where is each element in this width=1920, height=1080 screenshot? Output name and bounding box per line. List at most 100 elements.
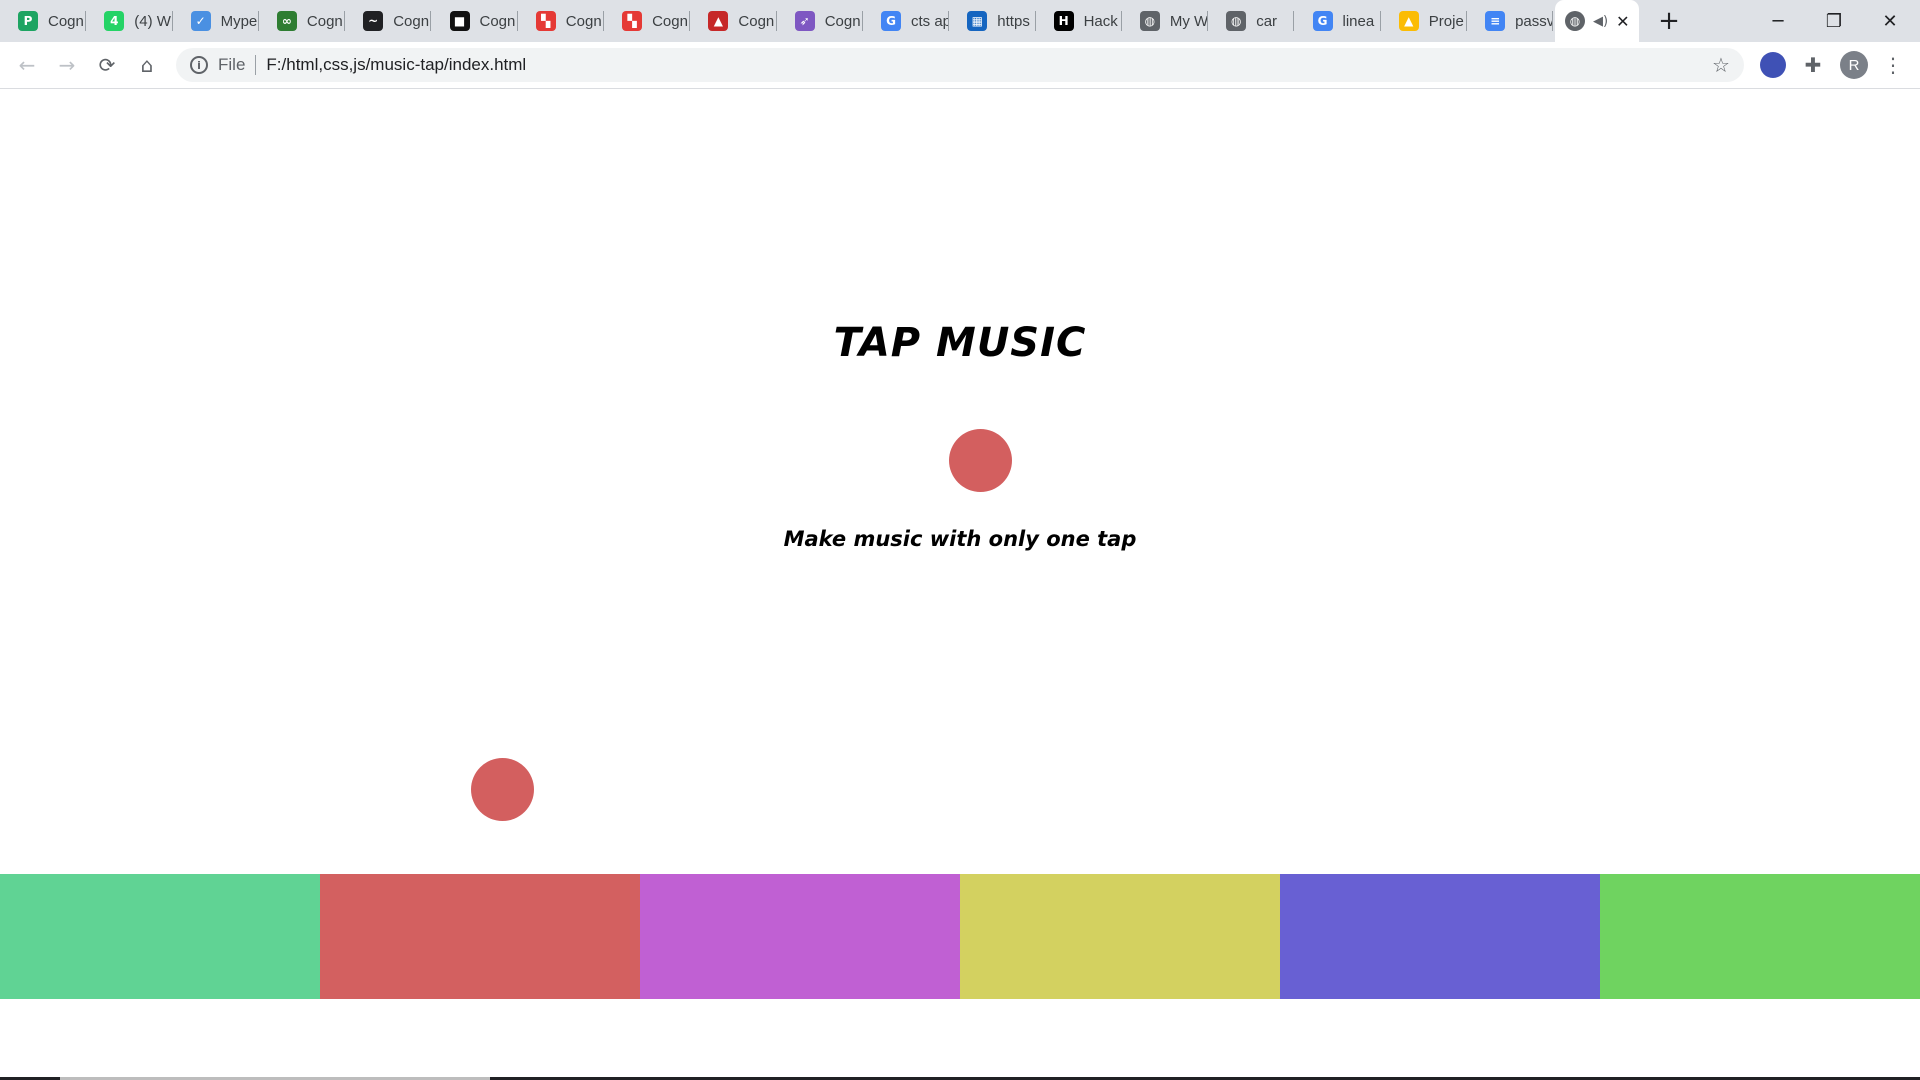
tab-13[interactable]: ◍ My W xyxy=(1122,0,1209,42)
swoosh-icon: ~ xyxy=(363,11,384,31)
rocket-icon: ➶ xyxy=(794,11,815,31)
grid-logo-icon: ▦ xyxy=(967,11,988,31)
puzzle-extensions-icon[interactable]: ✚ xyxy=(1796,48,1830,82)
maximize-button[interactable]: ❐ xyxy=(1806,0,1862,42)
green-p-icon: P xyxy=(18,11,38,31)
tab-label: Cogn xyxy=(824,12,861,30)
info-icon[interactable]: i xyxy=(190,56,208,74)
tab-separator xyxy=(603,11,605,31)
tab-label: (4) W xyxy=(134,12,171,30)
tagline: Make music with only one tap xyxy=(783,527,1137,551)
tab-separator xyxy=(171,11,173,31)
home-button[interactable]: ⌂ xyxy=(130,48,164,82)
back-button[interactable]: ← xyxy=(10,48,44,82)
red-blocks-icon: ▚ xyxy=(622,11,643,31)
tab-label: Proje xyxy=(1428,12,1464,30)
tab-16[interactable]: ▲ Proje xyxy=(1381,0,1468,42)
extension-icon[interactable] xyxy=(1760,52,1786,78)
tab-label: https xyxy=(997,12,1030,30)
minimize-button[interactable]: ─ xyxy=(1750,0,1806,42)
whatsapp-icon: 4 xyxy=(104,11,125,31)
tab-label: Cogn xyxy=(738,12,775,30)
tab-label: Hack xyxy=(1083,12,1118,30)
tab-label: Cogn xyxy=(565,12,602,30)
sound-pad-5[interactable] xyxy=(1280,874,1600,999)
tab-separator xyxy=(1466,11,1468,31)
pot-icon: ■ xyxy=(449,11,470,31)
tab-separator xyxy=(861,11,863,31)
tab-separator xyxy=(1293,11,1295,31)
tab-separator xyxy=(1034,11,1036,31)
tab-label: Cogn xyxy=(393,12,430,30)
page-title: TAP MUSIC xyxy=(833,320,1087,366)
tab-7[interactable]: ▚ Cogn xyxy=(604,0,691,42)
tab-label: cts ap xyxy=(911,12,949,30)
drive-icon: ▲ xyxy=(1398,11,1419,31)
tab-1[interactable]: 4 (4) W xyxy=(86,0,173,42)
tab-separator xyxy=(689,11,691,31)
sound-pad-2[interactable] xyxy=(320,874,640,999)
globe-icon: ◍ xyxy=(1139,11,1160,31)
tab-separator xyxy=(1552,11,1554,31)
checkmark-icon: ✓ xyxy=(190,11,211,31)
address-bar[interactable]: i File F:/html,css,js/music-tap/index.ht… xyxy=(176,48,1744,82)
tab-separator xyxy=(344,11,346,31)
tab-separator xyxy=(948,11,950,31)
tab-label: Cogn xyxy=(306,12,343,30)
sound-pad-4[interactable] xyxy=(960,874,1280,999)
google-icon: G xyxy=(1312,11,1333,31)
avatar[interactable]: R xyxy=(1840,51,1868,79)
new-tab-button[interactable]: + xyxy=(1652,4,1686,38)
tab-label: Mype xyxy=(220,12,258,30)
tab-5[interactable]: ■ Cogn xyxy=(432,0,518,42)
infinity-icon: ∞ xyxy=(276,11,297,31)
sound-pad-6[interactable] xyxy=(1600,874,1920,999)
scheme-label: File xyxy=(218,55,246,74)
tab-4[interactable]: ~ Cogn xyxy=(345,0,432,42)
close-tab-icon[interactable]: ✕ xyxy=(1616,12,1629,31)
sound-pad-1[interactable] xyxy=(0,874,320,999)
tab-separator xyxy=(1379,11,1381,31)
tab-9[interactable]: ➶ Cogn xyxy=(777,0,863,42)
google-icon: G xyxy=(881,11,901,31)
reload-button[interactable]: ⟳ xyxy=(90,48,124,82)
tab-0[interactable]: P Cogn xyxy=(0,0,87,42)
tab-3[interactable]: ∞ Cogn xyxy=(259,0,346,42)
omnibox-divider xyxy=(255,55,257,75)
tab-separator xyxy=(430,11,432,31)
globe-icon: ◍ xyxy=(1226,11,1247,31)
tab-separator xyxy=(1120,11,1122,31)
url-text[interactable]: F:/html,css,js/music-tap/index.html xyxy=(266,55,526,75)
tab-active[interactable]: ◍ ◀) ✕ xyxy=(1555,0,1639,42)
tab-label: Cogn xyxy=(479,12,516,30)
tab-17[interactable]: ≡ passv xyxy=(1467,0,1554,42)
tab-separator xyxy=(85,11,87,31)
red-blocks-icon: ▚ xyxy=(535,11,556,31)
tab-label: Cogn xyxy=(48,12,84,30)
tab-label: My W xyxy=(1169,12,1208,30)
docs-icon: ≡ xyxy=(1485,11,1506,31)
tab-label: Cogn xyxy=(652,12,688,30)
flask-icon: ▲ xyxy=(708,11,729,31)
menu-kebab-icon[interactable]: ⋮ xyxy=(1876,48,1910,82)
sound-pad-3[interactable] xyxy=(640,874,960,999)
tab-10[interactable]: Gcts ap xyxy=(863,0,950,42)
tab-14[interactable]: ◍ car xyxy=(1208,0,1295,42)
tab-label: passv xyxy=(1515,12,1554,30)
tab-6[interactable]: ▚ Cogn xyxy=(518,0,605,42)
tab-label: car xyxy=(1256,12,1278,30)
speaker-icon[interactable]: ◀) xyxy=(1593,14,1608,29)
sound-pads xyxy=(0,874,1920,999)
tab-11[interactable]: ▦ https xyxy=(949,0,1036,42)
hackerrank-icon: H xyxy=(1053,11,1074,31)
bookmark-star-icon[interactable]: ☆ xyxy=(1706,48,1736,82)
forward-button[interactable]: → xyxy=(50,48,84,82)
bubble-animated xyxy=(471,758,534,821)
tab-8[interactable]: ▲ Cogn xyxy=(690,0,777,42)
close-window-button[interactable]: ✕ xyxy=(1862,0,1918,42)
tab-strip: ≡ passv ▲ Proje Glinea ◍ car ◍ My W H Hack ▦ https Gc… xyxy=(0,0,1920,42)
tab-12[interactable]: H Hack xyxy=(1036,0,1122,42)
tab-label: linea xyxy=(1342,12,1375,30)
tab-2[interactable]: ✓ Mype xyxy=(173,0,259,42)
tab-15[interactable]: Glinea xyxy=(1295,0,1381,42)
